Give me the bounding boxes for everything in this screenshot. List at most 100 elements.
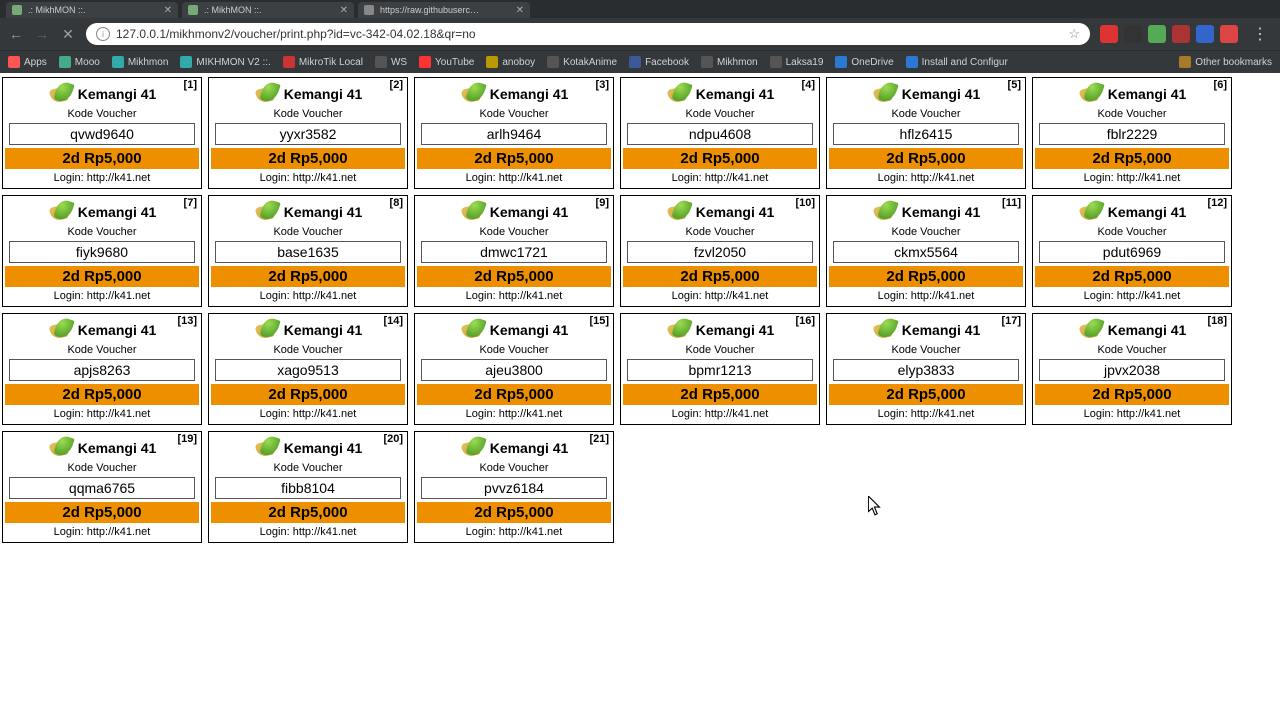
- bookmark-favicon-icon: [629, 56, 641, 68]
- voucher-price: 2d Rp5,000: [211, 384, 405, 405]
- voucher-header: Kemangi 41: [3, 432, 201, 464]
- tab-close-icon[interactable]: ✕: [516, 5, 524, 16]
- voucher-brand: Kemangi 41: [902, 86, 981, 102]
- bookmark-item[interactable]: MIKHMON V2 ::.: [180, 56, 270, 68]
- extension-icon[interactable]: [1172, 25, 1190, 43]
- extension-icon[interactable]: [1124, 25, 1142, 43]
- bookmark-item[interactable]: YouTube: [419, 56, 474, 68]
- voucher-brand: Kemangi 41: [78, 86, 157, 102]
- voucher-header: Kemangi 41: [621, 314, 819, 346]
- voucher-header: Kemangi 41: [415, 196, 613, 228]
- bookmark-item[interactable]: Laksa19: [770, 56, 824, 68]
- voucher-brand: Kemangi 41: [490, 322, 569, 338]
- voucher-code: yyxr3582: [215, 123, 401, 145]
- voucher-login: Login: http://k41.net: [621, 169, 819, 188]
- voucher-brand: Kemangi 41: [78, 440, 157, 456]
- browser-toolbar: ← → ✕ i 127.0.0.1/mikhmonv2/voucher/prin…: [0, 18, 1280, 50]
- tab-favicon-icon: [364, 5, 374, 15]
- bookmark-item[interactable]: anoboy: [486, 56, 535, 68]
- browser-tabstrip: .: MikhMON ::.✕.: MikhMON ::.✕https://ra…: [0, 0, 1280, 18]
- voucher-login: Login: http://k41.net: [415, 523, 613, 542]
- tab-close-icon[interactable]: ✕: [340, 5, 348, 16]
- voucher-brand: Kemangi 41: [490, 440, 569, 456]
- bookmark-label: KotakAnime: [563, 57, 617, 68]
- voucher-brand: Kemangi 41: [284, 440, 363, 456]
- voucher-price: 2d Rp5,000: [5, 148, 199, 169]
- voucher-price: 2d Rp5,000: [417, 266, 611, 287]
- bookmark-item[interactable]: Facebook: [629, 56, 689, 68]
- tab-favicon-icon: [188, 5, 198, 15]
- voucher-label: Kode Voucher: [1033, 108, 1231, 120]
- voucher-code: jpvx2038: [1039, 359, 1225, 381]
- voucher-code: xago9513: [215, 359, 401, 381]
- bookmark-favicon-icon: [770, 56, 782, 68]
- voucher-price: 2d Rp5,000: [829, 266, 1023, 287]
- stop-reload-button[interactable]: ✕: [60, 26, 76, 42]
- browser-tab[interactable]: .: MikhMON ::.✕: [6, 2, 178, 18]
- browser-tab[interactable]: .: MikhMON ::. ✕: [182, 2, 354, 18]
- bookmark-label: OneDrive: [851, 57, 893, 68]
- other-bookmarks-folder[interactable]: Other bookmarks: [1179, 56, 1272, 68]
- extension-icon[interactable]: [1148, 25, 1166, 43]
- voucher-login: Login: http://k41.net: [827, 405, 1025, 424]
- voucher-price: 2d Rp5,000: [417, 384, 611, 405]
- bookmark-favicon-icon: [547, 56, 559, 68]
- bookmark-item[interactable]: MikroTik Local: [283, 56, 363, 68]
- back-button[interactable]: ←: [8, 26, 24, 42]
- brand-logo-icon: [872, 82, 896, 106]
- voucher-code: hflz6415: [833, 123, 1019, 145]
- voucher-number: [10]: [795, 197, 815, 209]
- bookmark-item[interactable]: Mooo: [59, 56, 100, 68]
- bookmark-item[interactable]: WS: [375, 56, 407, 68]
- voucher-card: [7]Kemangi 41Kode Voucherfiyk96802d Rp5,…: [2, 195, 202, 307]
- brand-logo-icon: [872, 200, 896, 224]
- brand-logo-icon: [254, 436, 278, 460]
- voucher-login: Login: http://k41.net: [1033, 287, 1231, 306]
- tab-title: .: MikhMON ::.: [204, 5, 262, 15]
- voucher-number: [7]: [184, 197, 197, 209]
- voucher-price: 2d Rp5,000: [5, 502, 199, 523]
- chrome-menu-button[interactable]: ⋮: [1248, 24, 1272, 44]
- voucher-price: 2d Rp5,000: [5, 266, 199, 287]
- bookmark-item[interactable]: OneDrive: [835, 56, 893, 68]
- bookmark-item[interactable]: KotakAnime: [547, 56, 617, 68]
- extension-icon[interactable]: [1196, 25, 1214, 43]
- voucher-brand: Kemangi 41: [902, 322, 981, 338]
- voucher-number: [15]: [589, 315, 609, 327]
- forward-button[interactable]: →: [34, 26, 50, 42]
- voucher-number: [2]: [390, 79, 403, 91]
- voucher-number: [4]: [802, 79, 815, 91]
- bookmark-favicon-icon: [283, 56, 295, 68]
- bookmark-star-icon[interactable]: ☆: [1068, 26, 1080, 42]
- voucher-label: Kode Voucher: [621, 226, 819, 238]
- bookmark-label: Laksa19: [786, 57, 824, 68]
- bookmark-label: Mikhmon: [128, 57, 169, 68]
- voucher-login: Login: http://k41.net: [1033, 405, 1231, 424]
- voucher-price: 2d Rp5,000: [1035, 384, 1229, 405]
- extension-icon[interactable]: [1100, 25, 1118, 43]
- brand-logo-icon: [460, 436, 484, 460]
- address-bar[interactable]: i 127.0.0.1/mikhmonv2/voucher/print.php?…: [86, 23, 1090, 45]
- bookmark-favicon-icon: [419, 56, 431, 68]
- voucher-brand: Kemangi 41: [696, 86, 775, 102]
- brand-logo-icon: [1078, 200, 1102, 224]
- voucher-card: [8]Kemangi 41Kode Voucherbase16352d Rp5,…: [208, 195, 408, 307]
- bookmark-item[interactable]: Mikhmon: [701, 56, 758, 68]
- brand-logo-icon: [872, 318, 896, 342]
- voucher-brand: Kemangi 41: [1108, 86, 1187, 102]
- bookmark-item[interactable]: Install and Configur: [906, 56, 1008, 68]
- voucher-brand: Kemangi 41: [490, 204, 569, 220]
- voucher-label: Kode Voucher: [3, 462, 201, 474]
- bookmark-label: Mooo: [75, 57, 100, 68]
- browser-tab[interactable]: https://raw.githubuserc…✕: [358, 2, 530, 18]
- tab-close-icon[interactable]: ✕: [164, 5, 172, 16]
- bookmark-item[interactable]: Apps: [8, 56, 47, 68]
- bookmark-item[interactable]: Mikhmon: [112, 56, 169, 68]
- voucher-code: ckmx5564: [833, 241, 1019, 263]
- site-info-icon[interactable]: i: [96, 27, 110, 41]
- voucher-label: Kode Voucher: [415, 108, 613, 120]
- extension-icon[interactable]: [1220, 25, 1238, 43]
- voucher-header: Kemangi 41: [415, 432, 613, 464]
- voucher-brand: Kemangi 41: [902, 204, 981, 220]
- voucher-code: arlh9464: [421, 123, 607, 145]
